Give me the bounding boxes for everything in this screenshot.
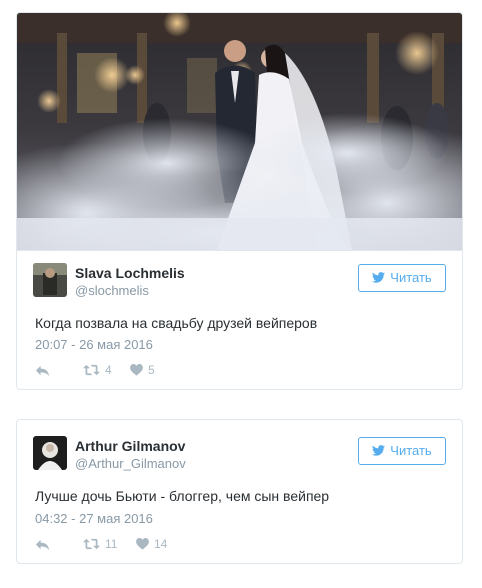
author-name[interactable]: Arthur Gilmanov [75, 438, 185, 454]
like-button[interactable]: 5 [130, 362, 155, 378]
tweet-timestamp[interactable]: 04:32 - 27 мая 2016 [35, 511, 153, 526]
heart-icon [130, 364, 143, 376]
tweet-header: Arthur Gilmanov @Arthur_Gilmanov Читать [33, 436, 446, 472]
reply-button[interactable] [35, 362, 50, 378]
author-handle[interactable]: @slochmelis [75, 283, 149, 298]
tweet-timestamp[interactable]: 20:07 - 26 мая 2016 [35, 337, 153, 352]
tweet-header: Slava Lochmelis @slochmelis Читать [33, 263, 446, 299]
tweet-text: Когда позвала на свадьбу друзей вейперов [35, 315, 318, 331]
follow-button[interactable]: Читать [358, 264, 446, 292]
heart-icon [136, 538, 149, 550]
follow-button[interactable]: Читать [358, 437, 446, 465]
like-button[interactable]: 14 [136, 536, 167, 552]
retweet-icon [83, 537, 100, 551]
wedding-photo[interactable] [17, 13, 462, 251]
tweet-actions: 11 14 [35, 536, 446, 552]
twitter-bird-icon [372, 445, 385, 456]
reply-icon [35, 363, 50, 378]
tweet-card: Arthur Gilmanov @Arthur_Gilmanov Читать … [16, 419, 463, 564]
retweet-button[interactable]: 11 [83, 536, 117, 552]
like-count: 5 [148, 363, 155, 377]
like-count: 14 [154, 537, 168, 551]
twitter-bird-icon [372, 272, 385, 283]
tweet-actions: 4 5 [35, 362, 446, 378]
avatar[interactable] [33, 436, 67, 470]
retweet-count: 4 [105, 363, 112, 377]
reply-icon [35, 537, 50, 552]
follow-button-label: Читать [390, 270, 432, 285]
retweet-count: 11 [105, 537, 118, 551]
tweet-text: Лучше дочь Бьюти - блоггер, чем сын вейп… [35, 488, 330, 504]
follow-button-label: Читать [390, 443, 432, 458]
avatar[interactable] [33, 263, 67, 297]
tweet-card: Slava Lochmelis @slochmelis Читать Когда… [16, 12, 463, 390]
reply-button[interactable] [35, 536, 50, 552]
author-handle[interactable]: @Arthur_Gilmanov [75, 456, 186, 471]
author-name[interactable]: Slava Lochmelis [75, 265, 185, 281]
retweet-icon [83, 363, 100, 377]
retweet-button[interactable]: 4 [83, 362, 112, 378]
